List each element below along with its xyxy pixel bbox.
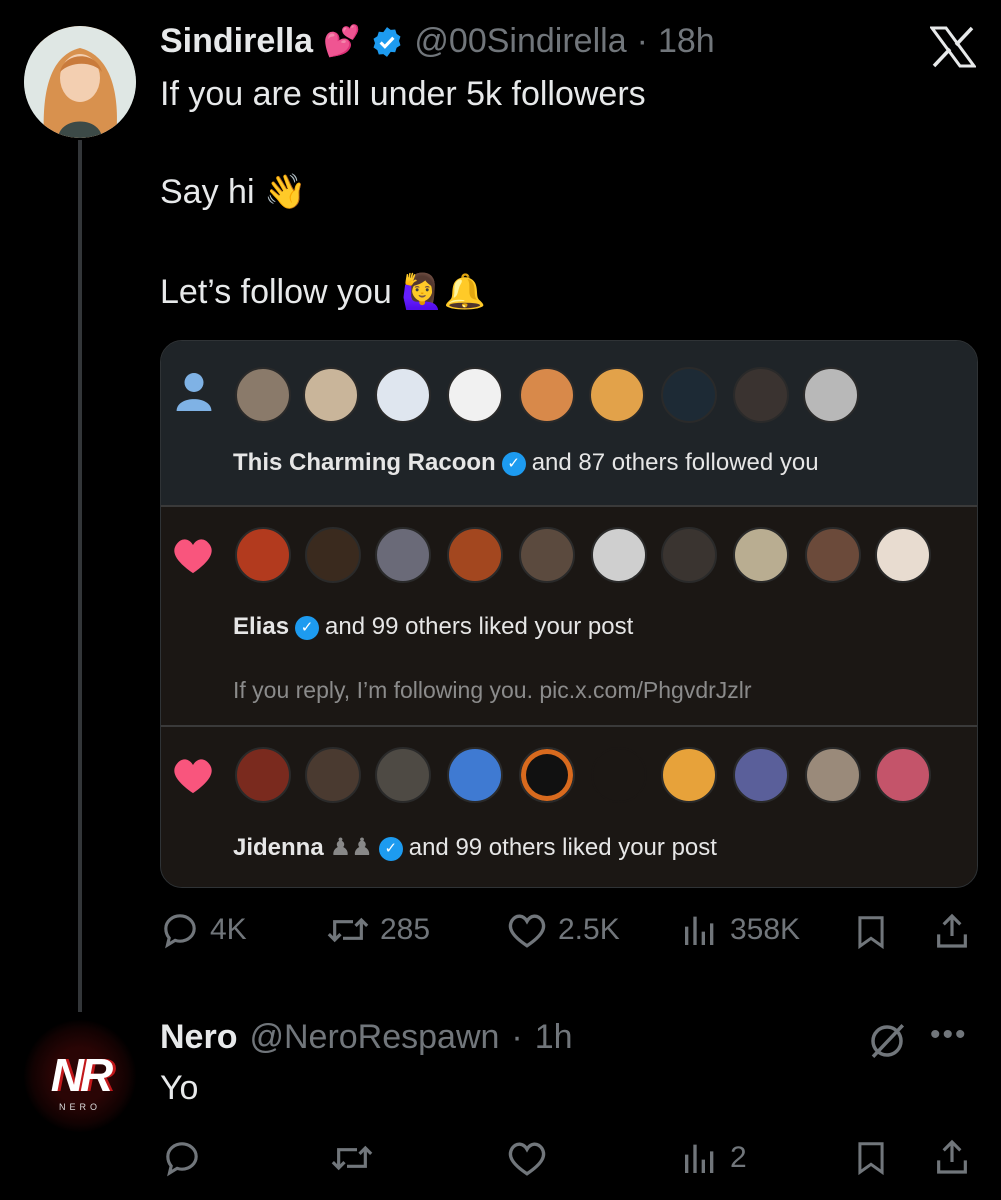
reply-views-button[interactable]: 2 <box>680 1138 747 1178</box>
avatar-logo-letters: NR <box>50 1049 113 1101</box>
heart-icon <box>174 759 212 794</box>
follower-avatar <box>661 367 717 423</box>
follow-notification-text: This Charming Racoon ✓ and 87 others follo… <box>233 449 819 477</box>
bookmark-icon[interactable] <box>852 912 890 952</box>
share-icon[interactable] <box>932 1136 972 1178</box>
author-name[interactable]: Sindirella <box>160 22 313 61</box>
verified-badge-icon: ✓ <box>378 836 403 861</box>
views-button[interactable]: 358K <box>680 910 800 950</box>
reply-count: 4K <box>210 913 247 946</box>
liker-avatar <box>733 747 789 803</box>
tweet-line-3: Let’s follow you 🙋‍♀️🔔 <box>160 273 486 311</box>
like-notification-text: Jidenna ♟♟ ✓ and 99 others liked your post <box>233 833 717 862</box>
reply-views-count: 2 <box>730 1141 747 1174</box>
reply-author-handle[interactable]: @NeroRespawn <box>249 1018 499 1057</box>
follower-avatar <box>519 367 575 423</box>
liker-avatar <box>447 747 503 803</box>
tweet-image[interactable]: This Charming Racoon ✓ and 87 others follo… <box>160 340 978 888</box>
liker-avatar <box>519 747 575 803</box>
liker-avatar <box>661 527 717 583</box>
liker-avatar <box>305 527 361 583</box>
chess-pawn-icon: ♟♟ <box>329 834 373 861</box>
header-separator: · <box>636 22 648 60</box>
reply-time[interactable]: 1h <box>535 1018 573 1057</box>
name-emoji: 💕 <box>323 24 361 59</box>
liker-avatar <box>875 747 931 803</box>
like-rest: and 99 others liked your post <box>325 613 634 640</box>
liker-avatar <box>591 527 647 583</box>
author-avatar-illustration <box>24 26 136 138</box>
verified-badge-icon <box>373 26 401 57</box>
liker-avatar <box>235 747 291 803</box>
reply-text: Yo <box>160 1069 199 1107</box>
reply-header: Nero @NeroRespawn · 1h <box>160 1018 573 1057</box>
liker-avatar <box>519 527 575 583</box>
person-icon <box>176 373 212 411</box>
x-logo-icon[interactable] <box>930 26 976 68</box>
tweet-header: Sindirella 💕 @00Sindirella · 18h <box>160 22 715 61</box>
follower-avatar <box>589 367 645 423</box>
repost-count: 285 <box>380 913 431 946</box>
like-notification: Elias ✓ and 99 others liked your post If y… <box>161 507 977 727</box>
repost-icon[interactable] <box>330 1138 374 1178</box>
liker-avatar <box>305 747 361 803</box>
reply-icon <box>164 914 196 949</box>
views-chart-icon <box>685 916 714 945</box>
author-handle[interactable]: @00Sindirella <box>414 22 626 61</box>
liker-name: Jidenna <box>233 834 324 861</box>
more-icon[interactable]: ••• <box>930 1018 968 1052</box>
follower-avatar <box>235 367 291 423</box>
heart-icon[interactable] <box>506 1138 548 1178</box>
follower-avatar <box>447 367 503 423</box>
reply-icon[interactable] <box>162 1138 202 1178</box>
liker-avatar <box>591 747 647 803</box>
no-entry-icon[interactable] <box>866 1020 908 1062</box>
repost-button[interactable]: 285 <box>326 910 430 950</box>
follower-avatar <box>733 367 789 423</box>
heart-icon <box>508 914 546 948</box>
liker-avatar <box>661 747 717 803</box>
avatar-logo-caption: NERO <box>58 1102 101 1112</box>
reply-author-name[interactable]: Nero <box>160 1018 237 1057</box>
repost-icon <box>327 917 369 943</box>
liker-avatar <box>375 747 431 803</box>
thread-line <box>78 140 82 1012</box>
follower-avatar <box>375 367 431 423</box>
like-notification: Jidenna ♟♟ ✓ and 99 others liked your post <box>161 727 977 887</box>
like-rest: and 99 others liked your post <box>408 834 717 861</box>
bookmark-icon[interactable] <box>852 1138 890 1178</box>
liker-avatar <box>375 527 431 583</box>
follower-avatar <box>303 367 359 423</box>
reply-header-separator: · <box>511 1018 523 1056</box>
follower-name: This Charming Racoon <box>233 449 496 476</box>
liker-avatar <box>235 527 291 583</box>
verified-badge-icon: ✓ <box>295 615 320 640</box>
reply-author-avatar[interactable]: NR NERO <box>24 1020 136 1132</box>
tweet-line-2: Say hi 👋 <box>160 173 307 211</box>
tweet-line-1: If you are still under 5k followers <box>160 75 646 113</box>
views-chart-icon <box>685 1144 714 1173</box>
views-count: 358K <box>730 913 801 946</box>
like-button[interactable]: 2.5K <box>506 910 620 950</box>
liker-avatar <box>805 747 861 803</box>
liker-name: Elias <box>233 613 290 640</box>
verified-badge-icon: ✓ <box>501 451 526 476</box>
reply-button[interactable]: 4K <box>160 910 247 950</box>
like-notification-text: Elias ✓ and 99 others liked your post <box>233 613 633 641</box>
like-count: 2.5K <box>558 913 620 946</box>
liked-post-preview: If you reply, I’m following you. pic.x.c… <box>233 677 752 703</box>
follow-notification: This Charming Racoon ✓ and 87 others follo… <box>161 341 977 507</box>
tweet-time[interactable]: 18h <box>658 22 715 61</box>
follower-avatar <box>803 367 859 423</box>
follow-rest: and 87 others followed you <box>531 449 819 476</box>
heart-icon <box>174 539 212 574</box>
liker-avatar <box>447 527 503 583</box>
liker-avatar <box>805 527 861 583</box>
author-avatar[interactable] <box>24 26 136 138</box>
liker-avatar <box>733 527 789 583</box>
share-icon[interactable] <box>932 910 972 952</box>
liker-avatar <box>875 527 931 583</box>
